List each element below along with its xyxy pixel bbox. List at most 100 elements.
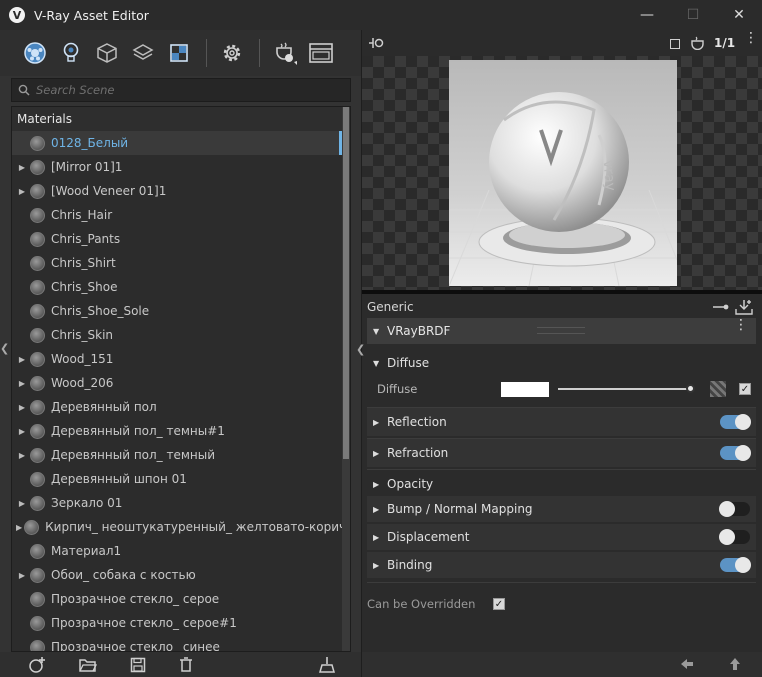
vraybrdf-header[interactable]: ▼ VRayBRDF ⋮ — [367, 318, 756, 344]
reflection-section-header[interactable]: ▶ Reflection — [367, 408, 756, 436]
diffuse-color-swatch[interactable] — [501, 382, 549, 397]
expand-arrow-icon[interactable]: ▶ — [16, 571, 28, 580]
material-name: Chris_Pants — [51, 232, 121, 246]
expand-arrow-icon[interactable]: ▶ — [16, 499, 28, 508]
material-list-item[interactable]: ▶ [Mirror 01]1 — [12, 155, 342, 179]
drag-handle[interactable] — [537, 327, 585, 334]
settings-icon[interactable] — [219, 40, 245, 66]
frame-buffer-icon[interactable] — [308, 40, 334, 66]
expand-triangle-icon: ▶ — [373, 448, 380, 458]
expand-arrow-icon[interactable]: ▶ — [16, 379, 28, 388]
import-icon[interactable] — [735, 299, 753, 315]
render-elements-icon[interactable] — [166, 40, 192, 66]
binding-toggle[interactable] — [720, 557, 751, 573]
close-button[interactable]: ✕ — [716, 0, 762, 30]
material-list-item[interactable]: ▶ [Wood Veneer 01]1 — [12, 179, 342, 203]
material-ball-icon — [30, 159, 45, 175]
collapse-panel-arrow-icon[interactable]: ❮ — [356, 343, 365, 356]
diffuse-slider-track[interactable] — [558, 388, 689, 390]
material-ball-icon — [30, 567, 45, 583]
texture-slot-icon[interactable] — [710, 381, 726, 397]
preview-menu-icon[interactable]: ⋮ — [744, 31, 758, 45]
bump-section-header[interactable]: ▶ Bump / Normal Mapping — [367, 496, 756, 522]
material-ball-icon — [30, 543, 45, 559]
material-list-item[interactable]: ▶ Wood_206 — [12, 371, 342, 395]
reflection-toggle[interactable] — [720, 414, 751, 430]
expand-arrow-icon[interactable]: ▶ — [16, 163, 28, 172]
material-list-item[interactable]: Chris_Skin — [12, 323, 342, 347]
expand-arrow-icon[interactable]: ▶ — [16, 187, 28, 196]
opacity-section-header[interactable]: ▶ Opacity — [367, 472, 756, 496]
bump-toggle[interactable] — [719, 501, 750, 517]
material-list-item[interactable]: ▶ Деревянный пол_ темны#1 — [12, 419, 342, 443]
title-bar: V V-Ray Asset Editor — ☐ ✕ — [0, 0, 762, 30]
material-list-item[interactable]: Прозрачное стекло_ синее — [12, 635, 342, 652]
material-list-item[interactable]: Chris_Pants — [12, 227, 342, 251]
displacement-section-header[interactable]: ▶ Displacement — [367, 524, 756, 550]
bump-label: Bump / Normal Mapping — [387, 502, 533, 516]
material-list-item[interactable]: Chris_Shoe — [12, 275, 342, 299]
lights-icon[interactable] — [58, 40, 84, 66]
materials-icon[interactable] — [22, 40, 48, 66]
material-list-item[interactable]: Прозрачное стекло_ серое — [12, 587, 342, 611]
diffuse-enable-checkbox[interactable]: ✓ — [739, 383, 751, 395]
open-folder-icon[interactable] — [79, 656, 97, 674]
purge-unused-icon[interactable] — [318, 656, 336, 674]
expand-arrow-icon[interactable]: ▶ — [16, 403, 28, 412]
back-arrow-icon[interactable] — [680, 658, 694, 670]
preview-scene-icon[interactable] — [690, 36, 706, 50]
region-icon[interactable] — [670, 39, 680, 49]
material-ball-icon — [30, 591, 45, 607]
material-list-item[interactable]: Материал1 — [12, 539, 342, 563]
add-asset-icon[interactable] — [28, 656, 46, 674]
material-list-item[interactable]: 0128_Белый — [12, 131, 342, 155]
diffuse-section-header[interactable]: ▼ Diffuse — [367, 352, 756, 374]
material-list-item[interactable]: ▶ Обои_ собака с костью — [12, 563, 342, 587]
material-list-item[interactable]: Chris_Shoe_Sole — [12, 299, 342, 323]
material-list-item[interactable]: ▶ Wood_151 — [12, 347, 342, 371]
render-icon[interactable] — [272, 40, 298, 66]
binding-section-header[interactable]: ▶ Binding — [367, 552, 756, 578]
layers-icon[interactable] — [130, 40, 156, 66]
aspect-ratio-label[interactable]: 1/1 — [714, 36, 735, 50]
brdf-menu-icon[interactable]: ⋮ — [734, 318, 748, 332]
material-ball-icon — [30, 327, 45, 343]
material-list-item[interactable]: ▶ Деревянный пол_ темный — [12, 443, 342, 467]
expand-arrow-icon[interactable]: ▶ — [16, 451, 28, 460]
scrollbar-thumb[interactable] — [343, 107, 349, 459]
maximize-button[interactable]: ☐ — [670, 0, 716, 30]
material-ball-icon — [30, 423, 45, 439]
up-arrow-icon[interactable] — [729, 657, 741, 671]
refraction-section-header[interactable]: ▶ Refraction — [367, 439, 756, 467]
minimize-button[interactable]: — — [624, 0, 670, 30]
material-name: Деревянный шпон 01 — [51, 472, 187, 486]
can-be-overridden-checkbox[interactable]: ✓ — [493, 598, 505, 610]
material-list-item[interactable]: ▶ Зеркало 01 — [12, 491, 342, 515]
search-input[interactable] — [36, 83, 336, 97]
material-list-item[interactable]: Chris_Hair — [12, 203, 342, 227]
refraction-toggle[interactable] — [720, 445, 751, 461]
scrollbar[interactable] — [342, 107, 350, 651]
material-list-item[interactable]: Деревянный шпон 01 — [12, 467, 342, 491]
material-list-item[interactable]: ▶ Деревянный пол — [12, 395, 342, 419]
expand-arrow-icon[interactable]: ▶ — [16, 427, 28, 436]
material-preview-render: vray — [449, 60, 677, 286]
material-name: Chris_Shoe — [51, 280, 118, 294]
material-list-item[interactable]: ▶ Кирпич_ неоштукатуренный_ желтовато-кор… — [12, 515, 342, 539]
displacement-toggle[interactable] — [719, 529, 750, 545]
delete-icon[interactable] — [179, 656, 193, 674]
geometry-icon[interactable] — [94, 40, 120, 66]
material-name: Прозрачное стекло_ синее — [51, 640, 220, 652]
material-ball-icon — [30, 471, 45, 487]
diffuse-slider-handle[interactable] — [686, 384, 695, 393]
expand-triangle-icon: ▶ — [373, 417, 380, 427]
expand-arrow-icon[interactable]: ▶ — [16, 355, 28, 364]
materials-list: Materials 0128_Белый ▶ [Mirror 01]1 ▶ [Wood … — [11, 106, 351, 652]
link-icon[interactable] — [713, 301, 729, 313]
expand-arrow-icon[interactable]: ▶ — [16, 523, 22, 532]
material-list-item[interactable]: Chris_Shirt — [12, 251, 342, 275]
material-list-item[interactable]: Прозрачное стекло_ серое#1 — [12, 611, 342, 635]
collapse-left-arrow-icon[interactable]: ❮ — [0, 342, 10, 362]
pin-icon[interactable] — [368, 37, 384, 49]
save-icon[interactable] — [130, 656, 146, 674]
